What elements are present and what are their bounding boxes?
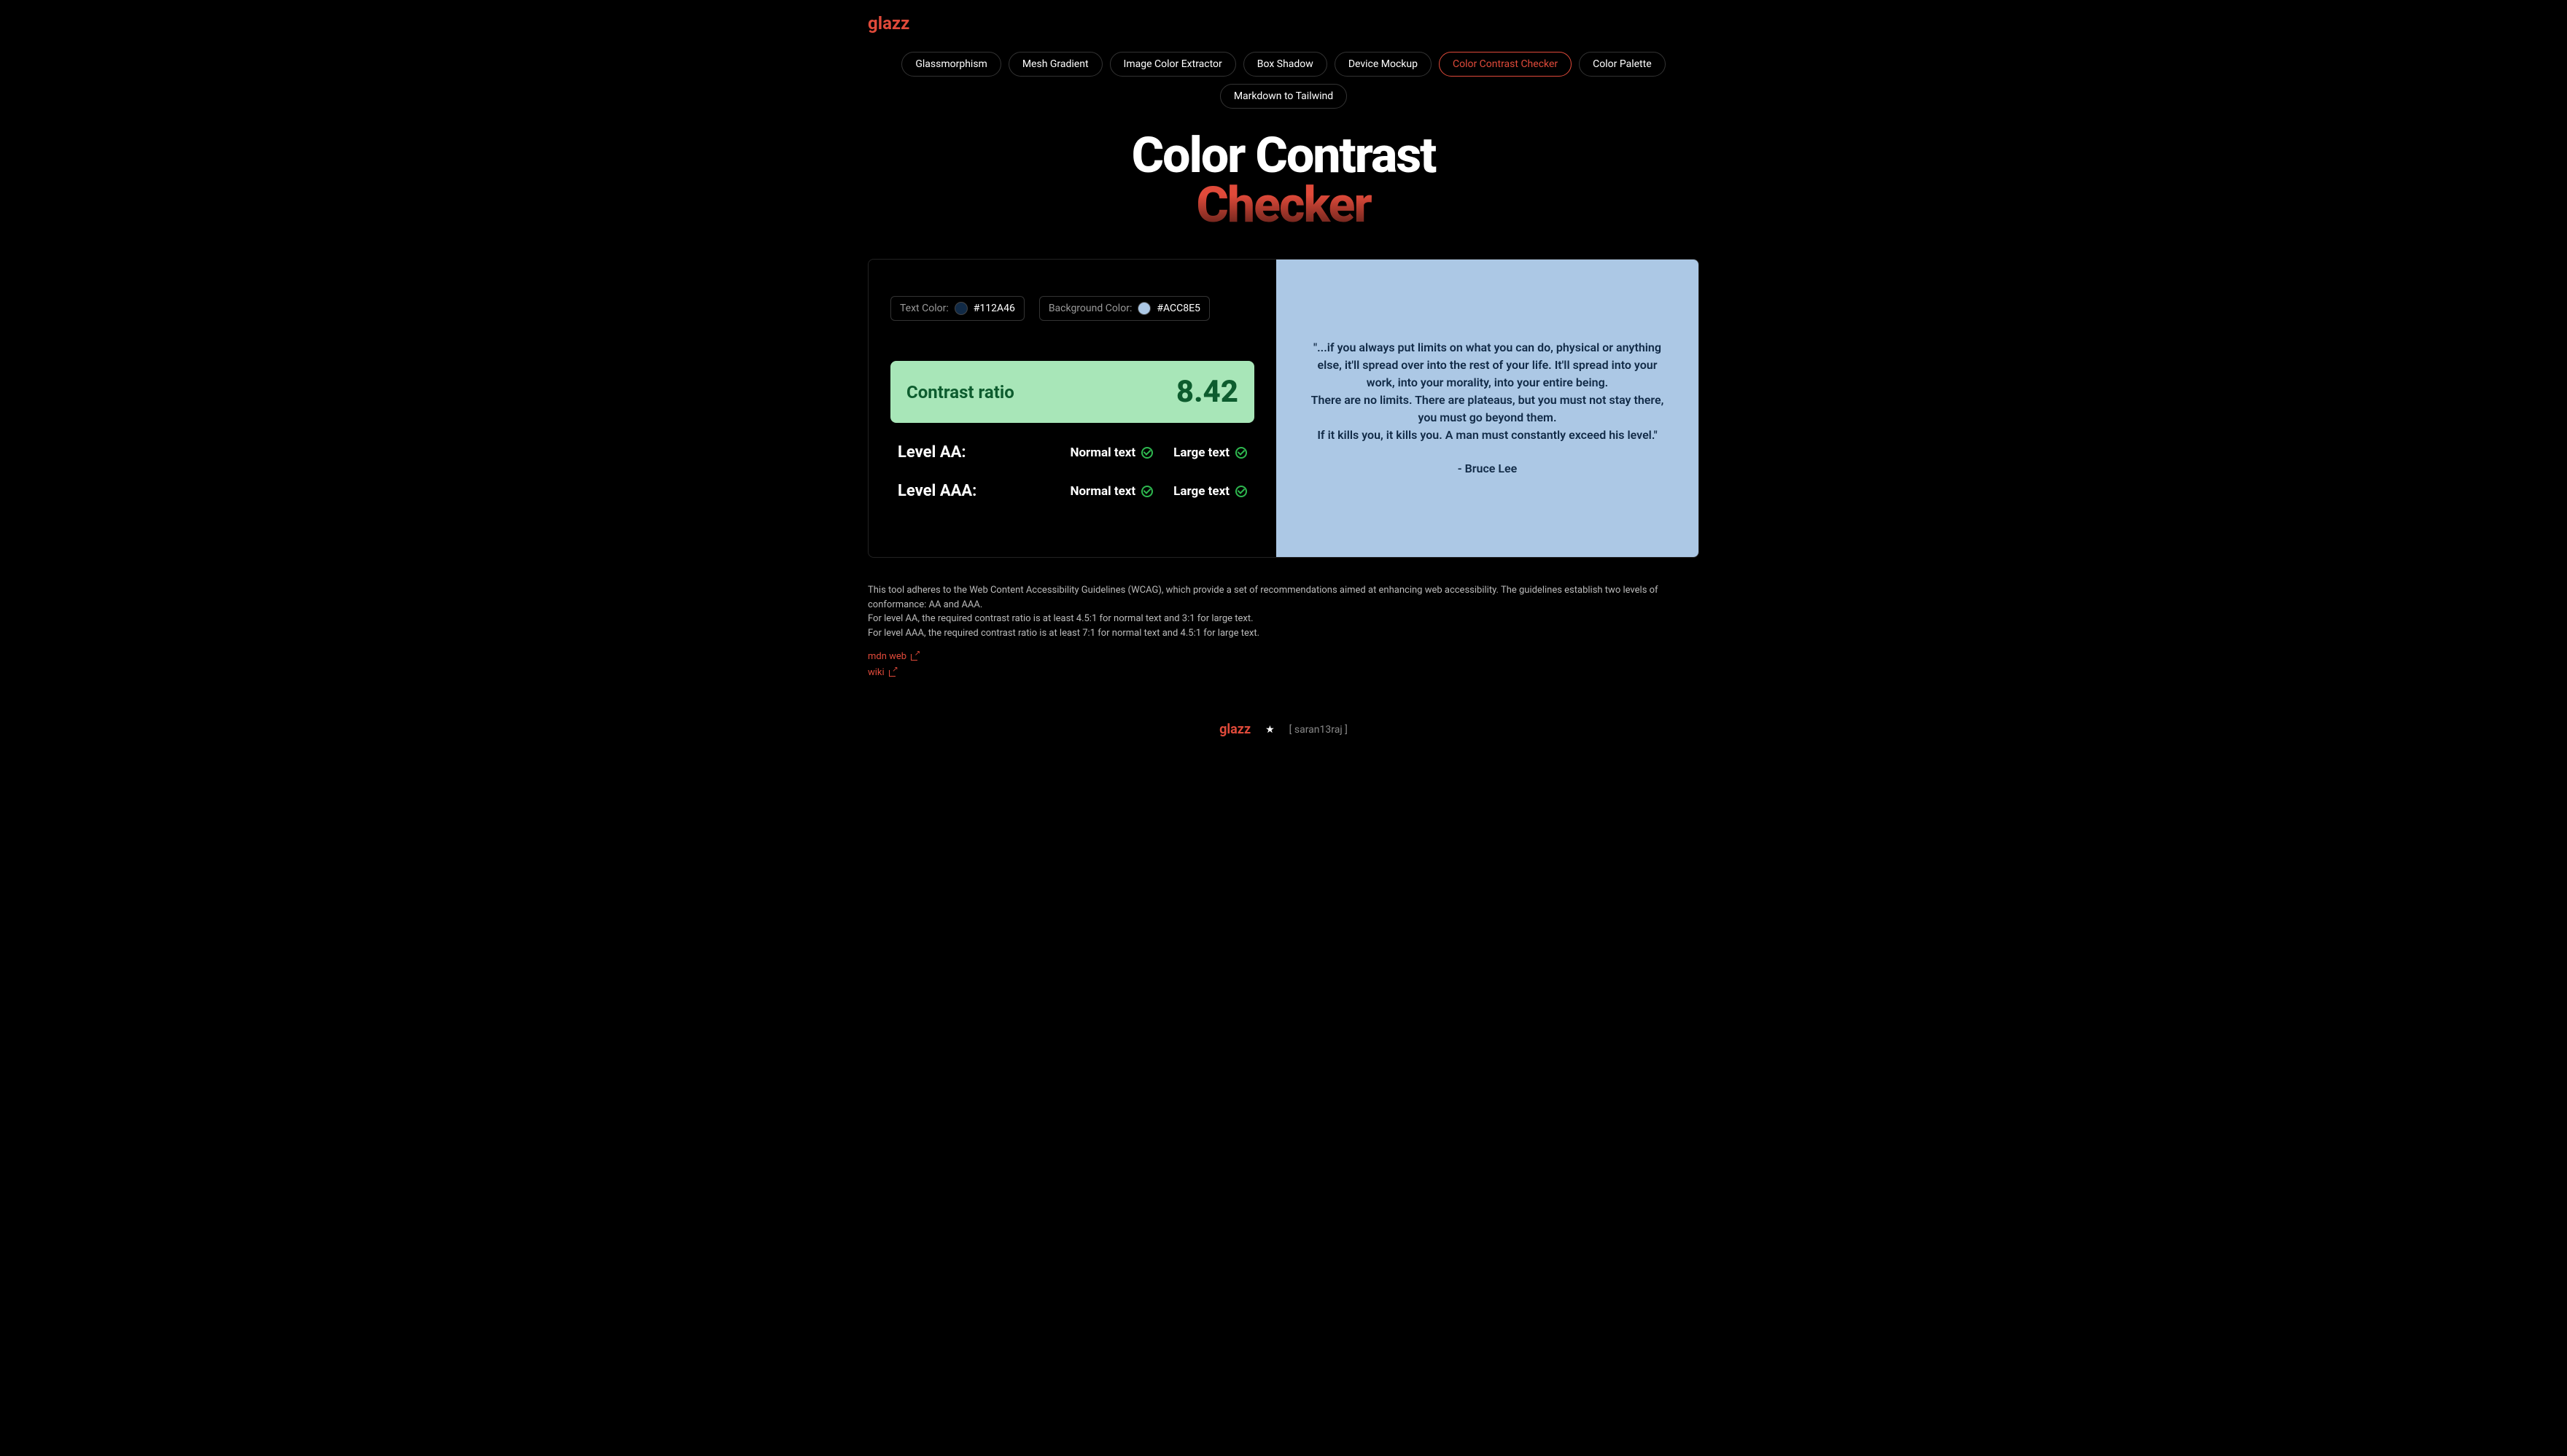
- wiki-link-label: wiki: [868, 667, 885, 678]
- footer-logo[interactable]: glazz: [1219, 722, 1251, 737]
- preview-line3: If it kills you, it kills you. A man mus…: [1305, 427, 1669, 444]
- nav-mesh-gradient[interactable]: Mesh Gradient: [1009, 52, 1103, 77]
- aa-large-check: Large text: [1173, 445, 1247, 460]
- text-color-value[interactable]: #112A46: [974, 303, 1015, 314]
- main-nav: Glassmorphism Mesh Gradient Image Color …: [868, 52, 1699, 109]
- info-p2: For level AA, the required contrast rati…: [868, 612, 1699, 626]
- external-link-icon: [889, 669, 897, 677]
- logo[interactable]: glazz: [868, 13, 1699, 34]
- nav-markdown-tailwind[interactable]: Markdown to Tailwind: [1220, 84, 1347, 109]
- aa-normal-text: Normal text: [1070, 445, 1135, 460]
- nav-image-color-extractor[interactable]: Image Color Extractor: [1110, 52, 1236, 77]
- preview-panel: "...if you always put limits on what you…: [1276, 260, 1698, 557]
- nav-glassmorphism[interactable]: Glassmorphism: [901, 52, 1001, 77]
- bg-color-swatch[interactable]: [1138, 302, 1151, 315]
- info-p1: This tool adheres to the Web Content Acc…: [868, 583, 1699, 612]
- level-aaa-label: Level AAA:: [898, 482, 976, 500]
- bg-color-input[interactable]: Background Color: #ACC8E5: [1039, 296, 1210, 321]
- contrast-ratio-box: Contrast ratio 8.42: [890, 361, 1254, 423]
- wiki-link[interactable]: wiki: [868, 667, 1699, 678]
- nav-box-shadow[interactable]: Box Shadow: [1243, 52, 1327, 77]
- text-color-label: Text Color:: [900, 303, 949, 314]
- preview-line2: There are no limits. There are plateaus,…: [1305, 392, 1669, 427]
- check-pass-icon: [1235, 447, 1247, 459]
- check-pass-icon: [1141, 447, 1153, 459]
- info-section: This tool adheres to the Web Content Acc…: [868, 583, 1699, 640]
- controls-panel: Text Color: #112A46 Background Color: #A…: [869, 260, 1276, 557]
- level-aa-row: Level AA: Normal text Large text: [890, 443, 1254, 462]
- contrast-ratio-label: Contrast ratio: [906, 382, 1014, 402]
- title-line1: Color Contrast: [868, 131, 1699, 180]
- nav-color-palette[interactable]: Color Palette: [1579, 52, 1666, 77]
- resource-links: mdn web wiki: [868, 651, 1699, 678]
- footer-credit[interactable]: [ saran13raj ]: [1289, 724, 1348, 736]
- bg-color-value[interactable]: #ACC8E5: [1157, 303, 1200, 314]
- page-title: Color Contrast Checker: [868, 131, 1699, 230]
- aaa-normal-check: Normal text: [1070, 484, 1153, 499]
- aa-normal-check: Normal text: [1070, 445, 1153, 460]
- aaa-normal-text: Normal text: [1070, 484, 1135, 499]
- check-pass-icon: [1141, 486, 1153, 497]
- mdn-link[interactable]: mdn web: [868, 651, 1699, 662]
- footer: glazz ★ [ saran13raj ]: [868, 722, 1699, 744]
- nav-color-contrast-checker[interactable]: Color Contrast Checker: [1439, 52, 1572, 77]
- level-aaa-checks: Normal text Large text: [1070, 484, 1247, 499]
- preview-line1: "...if you always put limits on what you…: [1305, 339, 1669, 392]
- level-aa-label: Level AA:: [898, 443, 966, 462]
- external-link-icon: [911, 653, 919, 661]
- level-aaa-row: Level AAA: Normal text Large text: [890, 482, 1254, 500]
- preview-quote: "...if you always put limits on what you…: [1305, 339, 1669, 478]
- text-color-swatch[interactable]: [955, 302, 968, 315]
- nav-device-mockup[interactable]: Device Mockup: [1335, 52, 1432, 77]
- main-panel: Text Color: #112A46 Background Color: #A…: [868, 259, 1699, 558]
- aaa-large-text: Large text: [1173, 484, 1230, 499]
- aa-large-text: Large text: [1173, 445, 1230, 460]
- title-line2: Checker: [868, 180, 1699, 230]
- check-pass-icon: [1235, 486, 1247, 497]
- mdn-link-label: mdn web: [868, 651, 906, 662]
- bg-color-label: Background Color:: [1049, 303, 1133, 314]
- info-p3: For level AAA, the required contrast rat…: [868, 626, 1699, 641]
- contrast-ratio-value: 8.42: [1176, 374, 1238, 410]
- star-icon[interactable]: ★: [1265, 724, 1275, 736]
- text-color-input[interactable]: Text Color: #112A46: [890, 296, 1025, 321]
- aaa-large-check: Large text: [1173, 484, 1247, 499]
- preview-author: - Bruce Lee: [1305, 460, 1669, 478]
- color-inputs-row: Text Color: #112A46 Background Color: #A…: [890, 296, 1254, 321]
- level-aa-checks: Normal text Large text: [1070, 445, 1247, 460]
